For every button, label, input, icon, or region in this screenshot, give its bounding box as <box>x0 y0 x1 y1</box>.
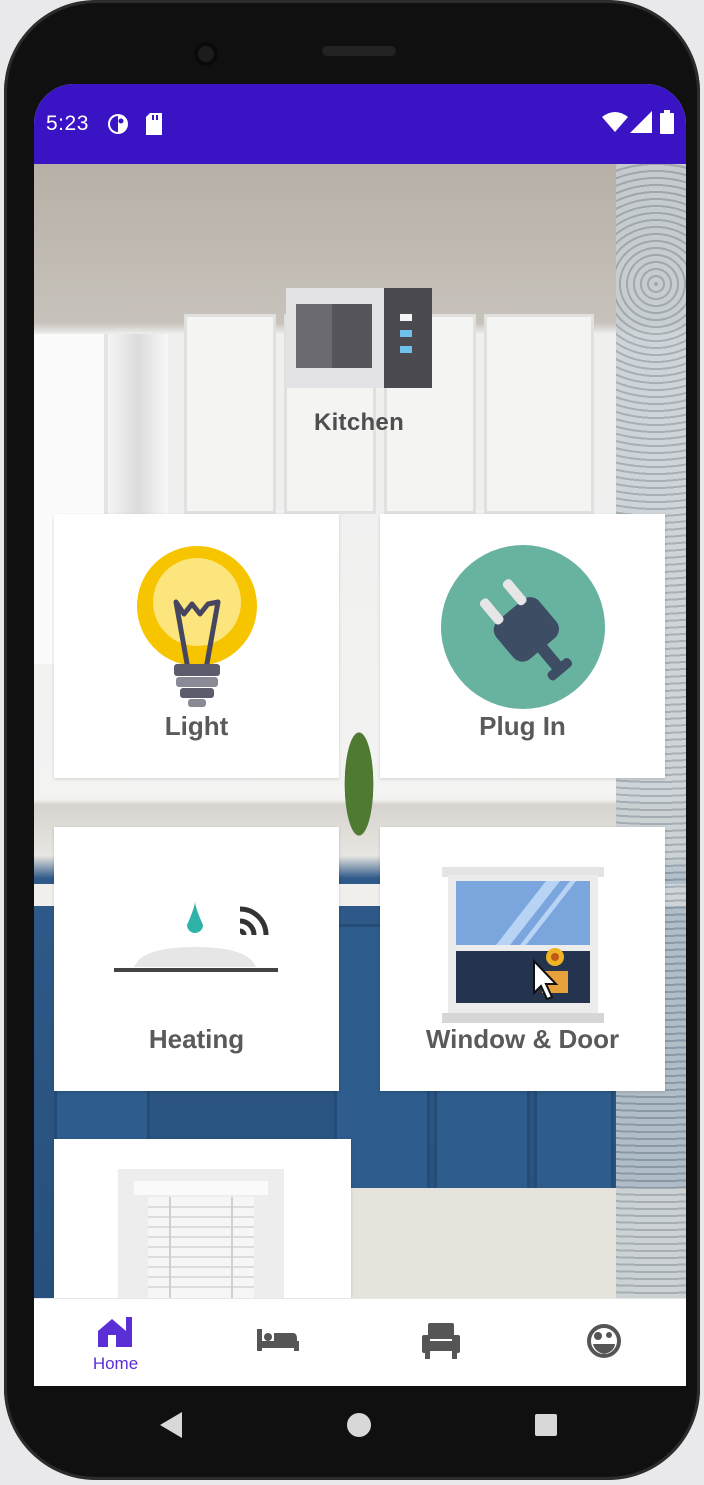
wifi-icon <box>602 111 628 138</box>
cell-signal-icon <box>630 111 652 138</box>
bottom-navigation: Home <box>34 1298 686 1386</box>
room-title: Kitchen <box>313 409 405 436</box>
theme-icon <box>106 112 130 141</box>
nav-home-label: Home <box>92 1354 139 1373</box>
home-icon <box>96 1315 134 1354</box>
nav-bedroom[interactable] <box>197 1299 360 1386</box>
nav-living-room[interactable] <box>360 1299 523 1386</box>
phone-frame: 5:23 Kitchen Light Plug In Heating Windo… <box>4 0 700 1480</box>
heating-tile[interactable]: Heating <box>54 827 339 1091</box>
home-circle-icon[interactable] <box>347 1413 371 1442</box>
system-navigation-bar <box>34 1386 686 1466</box>
bed-icon <box>257 1327 299 1358</box>
front-camera <box>194 42 218 66</box>
app-screen: 5:23 Kitchen Light Plug In Heating Windo… <box>34 84 686 1386</box>
window-icon <box>442 867 604 1028</box>
plug-icon <box>440 544 606 715</box>
heating-icon <box>112 897 282 994</box>
room-header: Kitchen <box>284 288 434 437</box>
window-door-tile[interactable]: Window & Door <box>380 827 665 1091</box>
scene-plant <box>334 724 384 874</box>
scene-upper-cabinet <box>184 314 276 514</box>
status-time: 5:23 <box>46 112 89 135</box>
settings-icon <box>587 1324 621 1363</box>
recents-icon[interactable] <box>535 1414 557 1441</box>
earpiece-speaker <box>322 46 396 56</box>
scene-upper-cabinet <box>484 314 594 514</box>
tile-label: Heating <box>148 1024 245 1054</box>
blinds-icon <box>118 1169 284 1304</box>
armchair-icon <box>422 1321 460 1366</box>
sd-card-icon <box>144 112 164 141</box>
back-icon[interactable] <box>160 1412 182 1443</box>
tile-label: Window & Door <box>425 1024 620 1054</box>
light-tile[interactable]: Light <box>54 514 339 778</box>
plug-in-tile[interactable]: Plug In <box>380 514 665 778</box>
nav-home[interactable]: Home <box>34 1299 197 1386</box>
tile-label: Plug In <box>479 711 566 741</box>
nav-settings[interactable] <box>523 1299 686 1386</box>
microwave-icon <box>286 288 432 396</box>
light-bulb-icon <box>136 544 258 714</box>
battery-icon <box>660 110 674 139</box>
status-bar: 5:23 <box>34 84 686 164</box>
tile-label: Light <box>164 711 229 741</box>
